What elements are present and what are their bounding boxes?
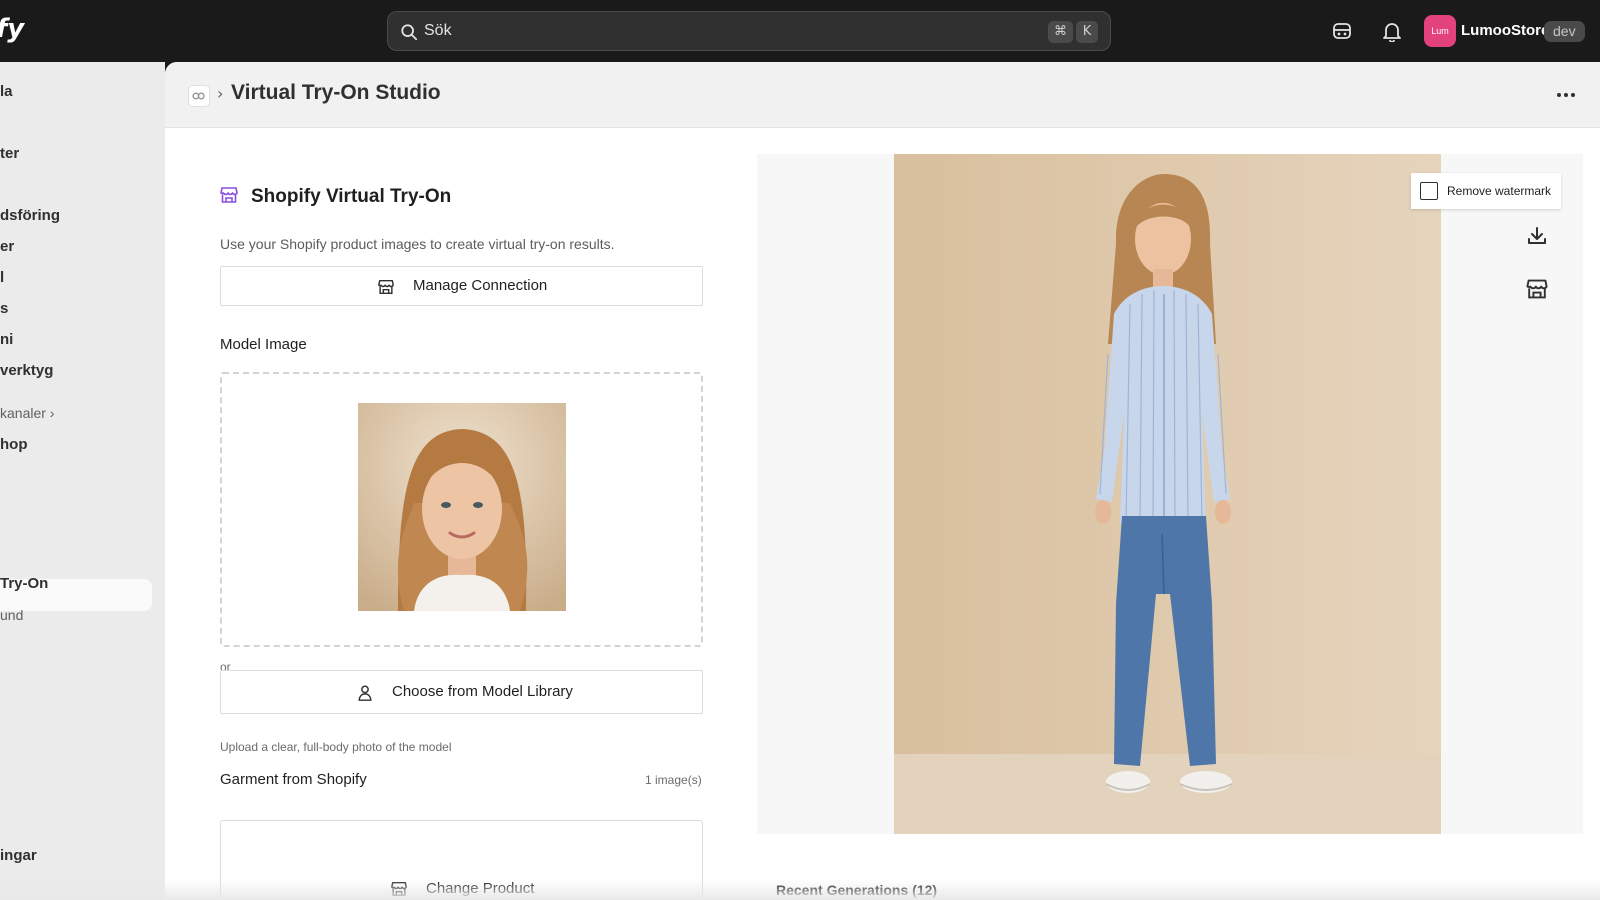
- push-to-store-icon[interactable]: [1525, 277, 1549, 301]
- more-actions-icon[interactable]: [1552, 84, 1580, 106]
- garment-label: Garment from Shopify: [220, 771, 367, 788]
- model-image-label: Model Image: [220, 336, 307, 353]
- sidebar-item-discounts[interactable]: er: [0, 238, 14, 255]
- remove-watermark-checkbox[interactable]: [1420, 182, 1438, 200]
- app-logo-icon: [192, 92, 205, 100]
- sidebar-item-content[interactable]: l: [0, 269, 4, 286]
- download-icon[interactable]: [1525, 224, 1549, 248]
- remove-watermark-label: Remove watermark: [1447, 184, 1552, 198]
- magic-icon[interactable]: [1331, 20, 1353, 42]
- recent-generations-heading[interactable]: Recent Generations (12): [776, 882, 937, 898]
- store-icon: [378, 279, 394, 295]
- sidebar-item-background[interactable]: und: [0, 607, 23, 623]
- avatar: Lum: [1424, 15, 1456, 47]
- shortcut-k-key: K: [1076, 21, 1098, 43]
- sidebar-item-home[interactable]: la: [0, 83, 13, 100]
- sidebar-item-markets[interactable]: s: [0, 300, 8, 317]
- model-image-dropzone[interactable]: [220, 372, 703, 647]
- panel-description: Use your Shopify product images to creat…: [220, 236, 615, 252]
- manage-connection-button[interactable]: Manage Connection: [220, 266, 703, 306]
- search-icon: [401, 24, 418, 41]
- result-preview-area: [757, 154, 1583, 834]
- person-icon: [358, 685, 372, 701]
- store-name: LumooStore: [1461, 22, 1550, 39]
- try-on-result-image: [894, 154, 1441, 834]
- sidebar-item-marketing[interactable]: dsföring: [0, 207, 60, 224]
- panel-title: Shopify Virtual Try-On: [251, 186, 452, 207]
- change-product-label: Change Product: [426, 880, 535, 897]
- sidebar-item-analytics[interactable]: verktyg: [0, 362, 53, 379]
- garment-box: Change Product: [220, 820, 703, 900]
- model-portrait-image: [358, 403, 566, 611]
- top-bar: fy ⌘ K Lum LumooStore dev: [0, 0, 1600, 62]
- sidebar: la ter dsföring er l s ni verktyg kanale…: [0, 62, 165, 900]
- page-title: Virtual Try-On Studio: [231, 81, 441, 104]
- upload-hint: Upload a clear, full-body photo of the m…: [220, 740, 452, 754]
- change-product-button[interactable]: Change Product: [376, 869, 556, 900]
- store-icon: [220, 187, 238, 203]
- sidebar-item-online-store[interactable]: hop: [0, 436, 28, 453]
- garment-image-count: 1 image(s): [645, 773, 702, 787]
- bell-icon[interactable]: [1381, 20, 1403, 42]
- manage-connection-label: Manage Connection: [413, 277, 548, 294]
- sidebar-item-customers[interactable]: ter: [0, 145, 19, 162]
- page-header: › Virtual Try-On Studio: [165, 62, 1600, 128]
- dev-badge: dev: [1544, 21, 1585, 42]
- main-content: › Virtual Try-On Studio Shopify Virtual …: [165, 62, 1600, 900]
- sidebar-item-finance[interactable]: ni: [0, 331, 13, 348]
- remove-watermark-toggle[interactable]: Remove watermark: [1411, 173, 1561, 209]
- sidebar-item-settings[interactable]: ingar: [0, 847, 37, 864]
- shortcut-cmd-key: ⌘: [1048, 21, 1073, 43]
- search-bar[interactable]: ⌘ K: [387, 11, 1111, 51]
- sidebar-sales-channels-header[interactable]: kanaler ›: [0, 405, 54, 421]
- store-icon: [391, 881, 407, 897]
- search-input[interactable]: [424, 12, 1024, 50]
- sidebar-item-virtual-try-on[interactable]: Try-On: [0, 575, 48, 592]
- shopify-logo[interactable]: fy: [0, 14, 24, 44]
- breadcrumb-separator: ›: [217, 84, 224, 103]
- choose-model-library-button[interactable]: Choose from Model Library: [220, 670, 703, 714]
- app-icon[interactable]: [188, 85, 210, 107]
- choose-model-library-label: Choose from Model Library: [392, 683, 573, 700]
